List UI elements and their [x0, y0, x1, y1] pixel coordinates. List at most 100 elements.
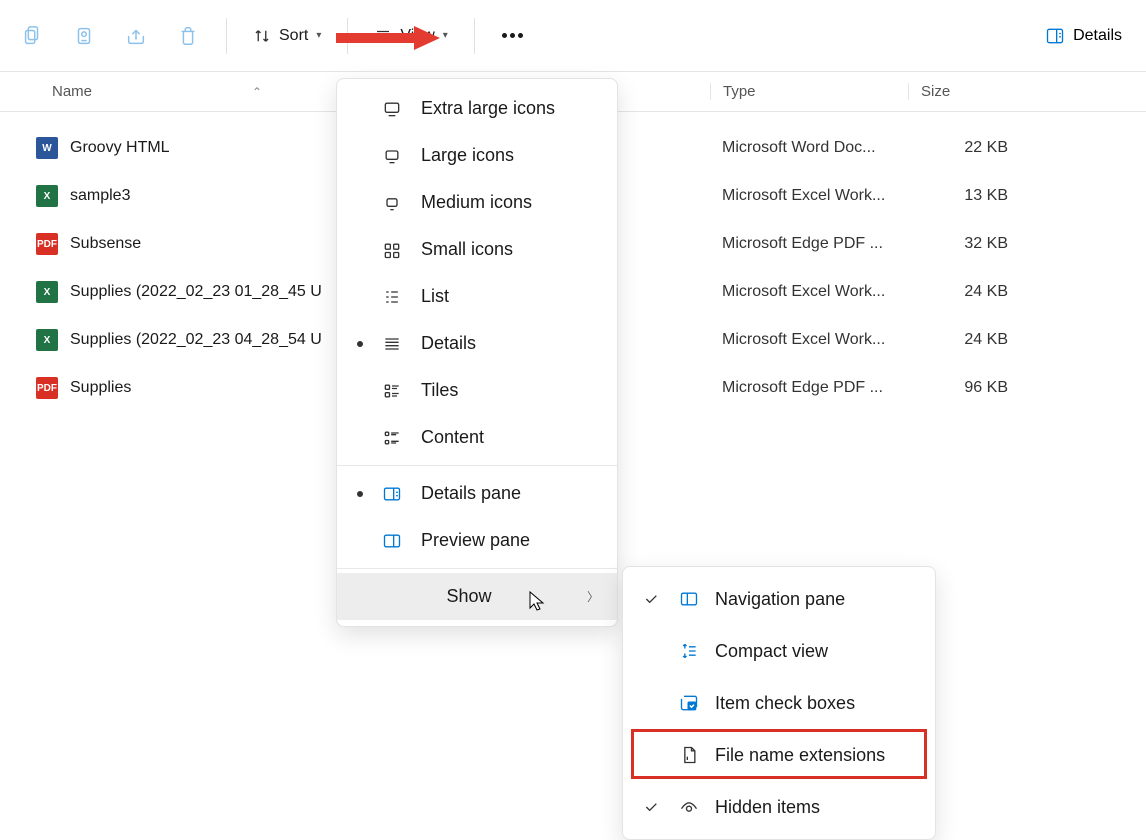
- menu-label: Extra large icons: [421, 98, 601, 119]
- menu-item-list[interactable]: List: [337, 273, 617, 320]
- share-button[interactable]: [112, 12, 160, 60]
- separator: [226, 18, 227, 54]
- tiles-icon: [381, 380, 403, 402]
- menu-label: Details: [421, 333, 601, 354]
- hidden-items-icon: [677, 795, 701, 819]
- dot-icon: [510, 33, 515, 38]
- column-label: Type: [723, 83, 756, 100]
- file-name-text: Supplies: [70, 379, 131, 397]
- menu-item-medium-icons[interactable]: Medium icons: [337, 179, 617, 226]
- details-pane-icon: [1045, 26, 1065, 46]
- check-icon: [639, 799, 663, 815]
- large-icons-icon: [381, 145, 403, 167]
- menu-item-details[interactable]: Details: [337, 320, 617, 367]
- list-icon: [381, 286, 403, 308]
- submenu-item-navigation-pane[interactable]: Navigation pane: [623, 573, 935, 625]
- menu-item-small-icons[interactable]: Small icons: [337, 226, 617, 273]
- word-file-icon: W: [36, 137, 58, 159]
- copy-button[interactable]: [60, 12, 108, 60]
- file-type-cell: Microsoft Word Doc...: [710, 139, 908, 157]
- details-pane-button[interactable]: Details: [1029, 12, 1138, 60]
- submenu-item-file-name-extensions[interactable]: File name extensions: [623, 729, 935, 781]
- menu-label: Preview pane: [421, 530, 601, 551]
- share-icon: [125, 25, 147, 47]
- excel-file-icon: X: [36, 329, 58, 351]
- menu-item-show[interactable]: Show 〉: [337, 573, 617, 620]
- content-icon: [381, 427, 403, 449]
- excel-file-icon: X: [36, 185, 58, 207]
- submenu-label: Navigation pane: [715, 589, 845, 610]
- show-submenu: Navigation pane Compact view Item check …: [622, 566, 936, 840]
- column-header-type[interactable]: Type: [710, 83, 908, 100]
- sort-button[interactable]: Sort ▾: [241, 12, 333, 60]
- delete-icon: [177, 25, 199, 47]
- column-label: Size: [921, 83, 950, 100]
- delete-button[interactable]: [164, 12, 212, 60]
- submenu-label: Compact view: [715, 641, 828, 662]
- menu-label: Tiles: [421, 380, 601, 401]
- file-type-cell: Microsoft Excel Work...: [710, 283, 908, 301]
- active-indicator-icon: [357, 341, 363, 347]
- menu-item-content[interactable]: Content: [337, 414, 617, 461]
- file-size-cell: 13 KB: [908, 187, 1048, 205]
- separator: [474, 18, 475, 54]
- chevron-down-icon: ▾: [316, 30, 321, 41]
- submenu-label: Item check boxes: [715, 693, 855, 714]
- cut-icon: [21, 25, 43, 47]
- sort-label: Sort: [279, 27, 308, 45]
- active-indicator-icon: [357, 491, 363, 497]
- extra-large-icons-icon: [381, 98, 403, 120]
- menu-item-preview-pane[interactable]: Preview pane: [337, 517, 617, 564]
- submenu-item-hidden-items[interactable]: Hidden items: [623, 781, 935, 833]
- file-size-cell: 96 KB: [908, 379, 1048, 397]
- menu-label: Small icons: [421, 239, 601, 260]
- menu-label: List: [421, 286, 601, 307]
- file-size-cell: 24 KB: [908, 283, 1048, 301]
- column-label: Name: [52, 83, 92, 100]
- copy-icon: [73, 25, 95, 47]
- menu-label: Large icons: [421, 145, 601, 166]
- view-menu: Extra large icons Large icons Medium ico…: [336, 78, 618, 627]
- pdf-file-icon: PDF: [36, 233, 58, 255]
- navigation-pane-icon: [677, 587, 701, 611]
- more-button[interactable]: [489, 12, 537, 60]
- menu-label: Medium icons: [421, 192, 601, 213]
- sort-icon: [253, 27, 271, 45]
- file-name-text: Supplies (2022_02_23 01_28_45 U: [70, 283, 322, 301]
- menu-label: Details pane: [421, 483, 601, 504]
- chevron-right-icon: 〉: [587, 588, 599, 605]
- excel-file-icon: X: [36, 281, 58, 303]
- menu-item-extra-large-icons[interactable]: Extra large icons: [337, 85, 617, 132]
- submenu-label: File name extensions: [715, 745, 885, 766]
- pdf-file-icon: PDF: [36, 377, 58, 399]
- submenu-item-compact-view[interactable]: Compact view: [623, 625, 935, 677]
- toolbar: Sort ▾ View ▾ Details: [0, 0, 1146, 72]
- item-check-boxes-icon: [677, 691, 701, 715]
- submenu-label: Hidden items: [715, 797, 820, 818]
- menu-item-tiles[interactable]: Tiles: [337, 367, 617, 414]
- small-icons-icon: [381, 239, 403, 261]
- file-size-cell: 22 KB: [908, 139, 1048, 157]
- annotation-arrow: [336, 22, 446, 54]
- file-type-cell: Microsoft Edge PDF ...: [710, 235, 908, 253]
- compact-view-icon: [677, 639, 701, 663]
- file-size-cell: 32 KB: [908, 235, 1048, 253]
- cut-button[interactable]: [8, 12, 56, 60]
- file-name-text: Subsense: [70, 235, 141, 253]
- file-size-cell: 24 KB: [908, 331, 1048, 349]
- file-name-extensions-icon: [677, 743, 701, 767]
- submenu-item-item-check-boxes[interactable]: Item check boxes: [623, 677, 935, 729]
- menu-separator: [337, 568, 617, 569]
- preview-pane-icon: [381, 530, 403, 552]
- dot-icon: [502, 33, 507, 38]
- check-icon: [639, 591, 663, 607]
- column-header-size[interactable]: Size: [908, 83, 1048, 100]
- file-name-text: sample3: [70, 187, 130, 205]
- details-icon: [381, 333, 403, 355]
- file-name-text: Groovy HTML: [70, 139, 170, 157]
- details-pane-icon: [381, 483, 403, 505]
- details-pane-label: Details: [1073, 27, 1122, 45]
- file-type-cell: Microsoft Edge PDF ...: [710, 379, 908, 397]
- menu-item-details-pane[interactable]: Details pane: [337, 470, 617, 517]
- menu-item-large-icons[interactable]: Large icons: [337, 132, 617, 179]
